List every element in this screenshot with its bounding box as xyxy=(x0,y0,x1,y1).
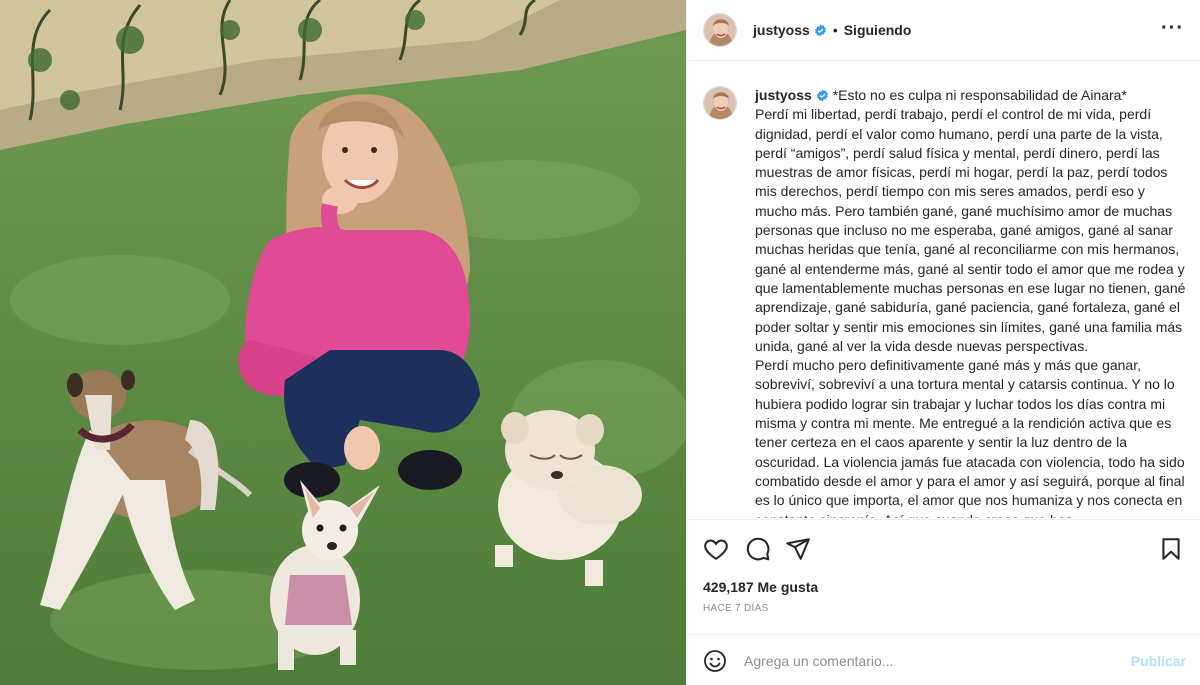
post-photo[interactable] xyxy=(0,0,686,685)
publish-button[interactable]: Publicar xyxy=(1131,653,1186,669)
comment-icon[interactable] xyxy=(745,536,771,562)
more-options-icon[interactable]: ··· xyxy=(1161,18,1184,38)
follow-status-button[interactable]: Siguiendo xyxy=(844,22,912,38)
caption-avatar[interactable] xyxy=(703,86,737,120)
caption-row: justyoss *Esto no es culpa ni responsabi… xyxy=(703,86,1186,518)
caption-scroll-area[interactable]: justyoss *Esto no es culpa ni responsabi… xyxy=(687,62,1200,518)
share-icon[interactable] xyxy=(785,536,811,562)
author-username[interactable]: justyoss xyxy=(753,22,810,38)
heart-icon[interactable] xyxy=(703,536,729,562)
likes-count[interactable]: 429,187 Me gusta xyxy=(703,579,818,595)
action-bar xyxy=(687,519,1200,575)
post-side-panel: justyoss • Siguiendo ··· justyoss *Esto … xyxy=(686,0,1200,685)
bookmark-icon[interactable] xyxy=(1158,536,1184,562)
post-timestamp[interactable]: HACE 7 DÍAS xyxy=(703,603,769,614)
avatar-image xyxy=(704,14,736,46)
caption-username[interactable]: justyoss xyxy=(755,87,812,103)
comment-input[interactable] xyxy=(744,650,1114,672)
caption-text: justyoss *Esto no es culpa ni responsabi… xyxy=(755,86,1186,518)
separator-dot: • xyxy=(832,22,838,38)
comment-bar: Publicar xyxy=(687,634,1200,685)
post-photo-illustration xyxy=(0,0,686,685)
caption-body: *Esto no es culpa ni responsabilidad de … xyxy=(755,87,1186,518)
author-avatar[interactable] xyxy=(703,13,737,47)
post-header: justyoss • Siguiendo ··· xyxy=(687,0,1200,61)
verified-badge-icon xyxy=(814,24,827,37)
emoji-icon[interactable] xyxy=(703,649,727,673)
verified-badge-icon xyxy=(816,88,829,102)
caption-avatar-image xyxy=(704,87,736,119)
